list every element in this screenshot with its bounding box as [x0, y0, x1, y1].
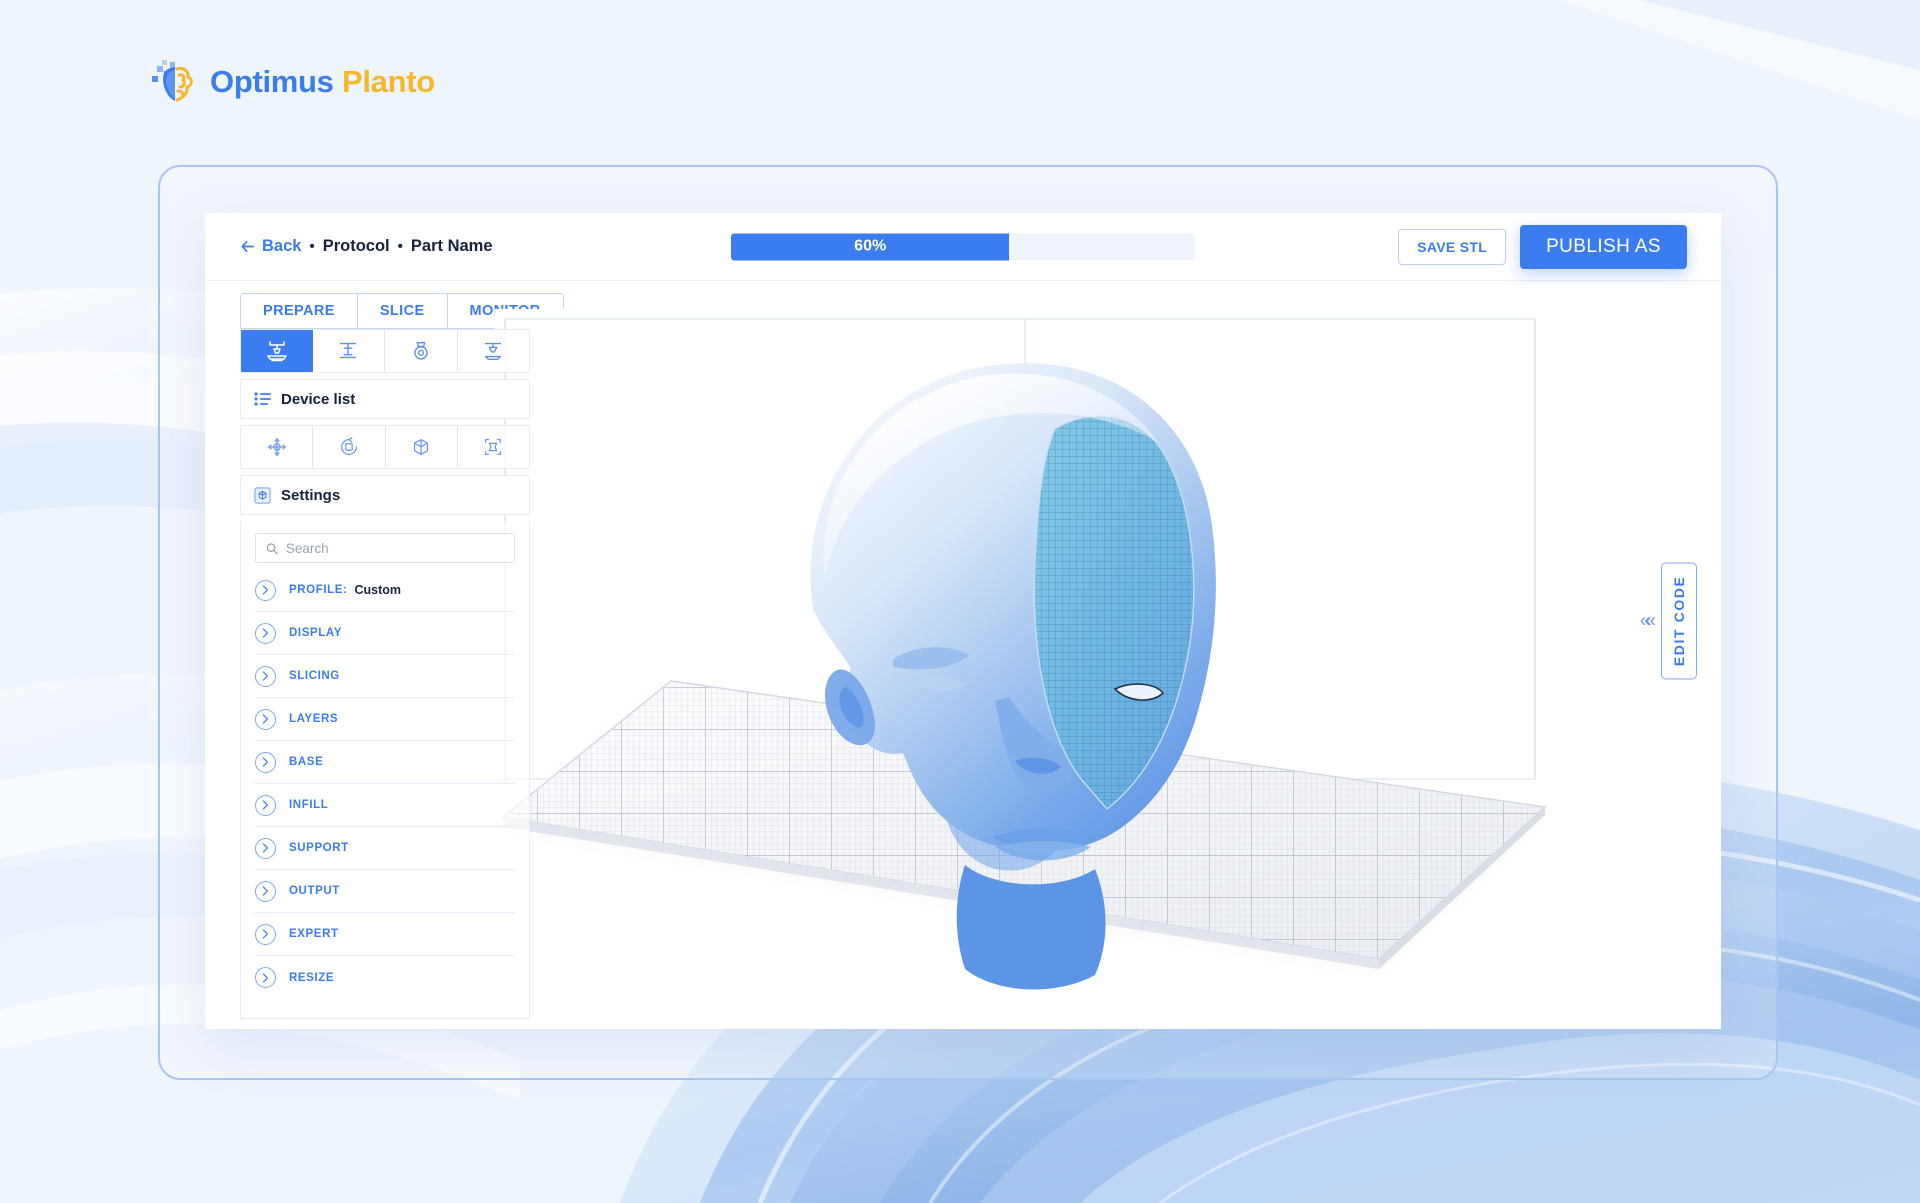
back-button[interactable]: Back — [240, 237, 301, 256]
settings-row-support[interactable]: SUPPORT — [255, 827, 515, 870]
settings-label-slicing: SLICING — [289, 670, 340, 682]
settings-row-infill[interactable]: INFILL — [255, 784, 515, 827]
settings-row-layers[interactable]: LAYERS — [255, 698, 515, 741]
settings-value-profile: Custom — [354, 583, 401, 597]
list-icon — [254, 392, 271, 406]
left-panel: Device list Settings Search PROFILE: Cus… — [240, 329, 530, 1019]
chevron-right-icon — [255, 622, 276, 644]
settings-header[interactable]: Settings — [240, 475, 530, 515]
move-icon — [267, 438, 286, 456]
3d-scene — [495, 309, 1721, 1029]
settings-label-layers: LAYERS — [289, 713, 339, 725]
printer-nozzle-tool[interactable] — [241, 330, 313, 372]
device-list-label: Device list — [281, 390, 356, 408]
breadcrumb-separator-1: • — [309, 238, 315, 255]
chevron-right-icon — [255, 837, 276, 859]
progress-label: 60% — [854, 237, 887, 255]
settings-label-base: BASE — [289, 756, 324, 768]
settings-row-display[interactable]: DISPLAY — [255, 612, 515, 655]
printer-extruder-tool[interactable] — [458, 330, 530, 372]
arrow-left-icon — [241, 240, 254, 253]
app-window: Back • Protocol • Part Name 60% SAVE STL… — [205, 213, 1721, 1029]
search-input[interactable] — [285, 540, 504, 556]
chevron-right-icon — [255, 579, 276, 601]
logo-text: Optimus Planto — [210, 64, 435, 100]
scale-tool[interactable] — [386, 426, 458, 468]
settings-row-expert[interactable]: EXPERT — [255, 913, 515, 956]
breadcrumb: Back • Protocol • Part Name — [240, 237, 493, 256]
brain-icon — [152, 60, 193, 102]
settings-label-expert: EXPERT — [289, 928, 339, 940]
rotate-icon — [340, 437, 357, 455]
settings-row-base[interactable]: BASE — [255, 741, 515, 784]
chevron-double-left-icon[interactable]: «« — [1640, 610, 1656, 632]
settings-label-profile: PROFILE: — [289, 584, 348, 596]
edit-code-label: EDIT CODE — [1671, 575, 1687, 667]
top-bar: Back • Protocol • Part Name 60% SAVE STL… — [205, 213, 1721, 281]
settings-panel: PROFILE: Custom DISPLAY SLICING — [240, 521, 530, 1019]
settings-row-profile[interactable]: PROFILE: Custom — [255, 569, 515, 612]
chevron-right-icon — [255, 880, 276, 902]
tab-slice[interactable]: SLICE — [357, 294, 448, 328]
transform-toolbar — [240, 425, 530, 469]
chevron-right-icon — [255, 708, 276, 730]
settings-title: Settings — [281, 486, 341, 504]
save-stl-button[interactable]: SAVE STL — [1398, 228, 1507, 265]
filament-spool-icon — [414, 342, 428, 360]
edit-code-button[interactable]: EDIT CODE — [1661, 562, 1697, 680]
printer-extruder-icon — [485, 342, 502, 360]
rotate-tool[interactable] — [313, 426, 386, 468]
bounding-box-tool[interactable] — [458, 426, 529, 468]
settings-list: PROFILE: Custom DISPLAY SLICING LAYERS B… — [255, 569, 515, 999]
settings-label-resize: RESIZE — [289, 971, 335, 984]
settings-row-output[interactable]: OUTPUT — [255, 870, 515, 913]
printer-nozzle-icon — [267, 341, 287, 362]
breadcrumb-protocol[interactable]: Protocol — [323, 237, 390, 256]
publish-as-button[interactable]: PUBLISH AS — [1520, 224, 1687, 269]
progress-bar: 60% — [731, 233, 1195, 260]
filament-spool-tool[interactable] — [385, 330, 458, 372]
settings-label-support: SUPPORT — [289, 842, 349, 854]
scale-cube-icon — [414, 439, 429, 455]
3d-viewport[interactable] — [495, 309, 1721, 1029]
bounding-box-icon — [485, 439, 502, 455]
settings-label-output: OUTPUT — [289, 885, 340, 897]
device-list-header[interactable]: Device list — [240, 379, 530, 419]
breadcrumb-part-name[interactable]: Part Name — [411, 237, 493, 256]
chevron-right-icon — [255, 967, 276, 988]
settings-row-resize[interactable]: RESIZE — [255, 956, 515, 999]
settings-label-infill: INFILL — [289, 799, 329, 811]
settings-label-display: DISPLAY — [289, 627, 342, 639]
printer-bed-tool[interactable] — [313, 330, 385, 372]
back-label: Back — [262, 237, 302, 255]
search-icon — [266, 542, 278, 554]
progress-bar-fill: 60% — [731, 233, 1010, 260]
breadcrumb-separator-2: • — [397, 238, 403, 255]
tab-prepare[interactable]: PREPARE — [241, 294, 358, 328]
chevron-right-icon — [255, 751, 276, 773]
chevron-right-icon — [255, 923, 276, 945]
edit-code-panel-toggle: «« EDIT CODE — [1640, 562, 1697, 680]
app-logo: Optimus Planto — [152, 60, 435, 104]
search-field[interactable] — [255, 533, 515, 563]
logo-text-primary: Optimus — [210, 64, 334, 99]
chevron-right-icon — [255, 665, 276, 687]
chevron-right-icon — [255, 794, 276, 816]
settings-row-slicing[interactable]: SLICING — [255, 655, 515, 698]
move-tool[interactable] — [241, 426, 314, 468]
printer-bed-icon — [340, 342, 357, 359]
device-toolbar — [240, 329, 530, 373]
settings-box-icon — [254, 486, 271, 504]
logo-text-secondary: Planto — [341, 64, 435, 99]
topbar-actions: SAVE STL PUBLISH AS — [1398, 224, 1687, 269]
